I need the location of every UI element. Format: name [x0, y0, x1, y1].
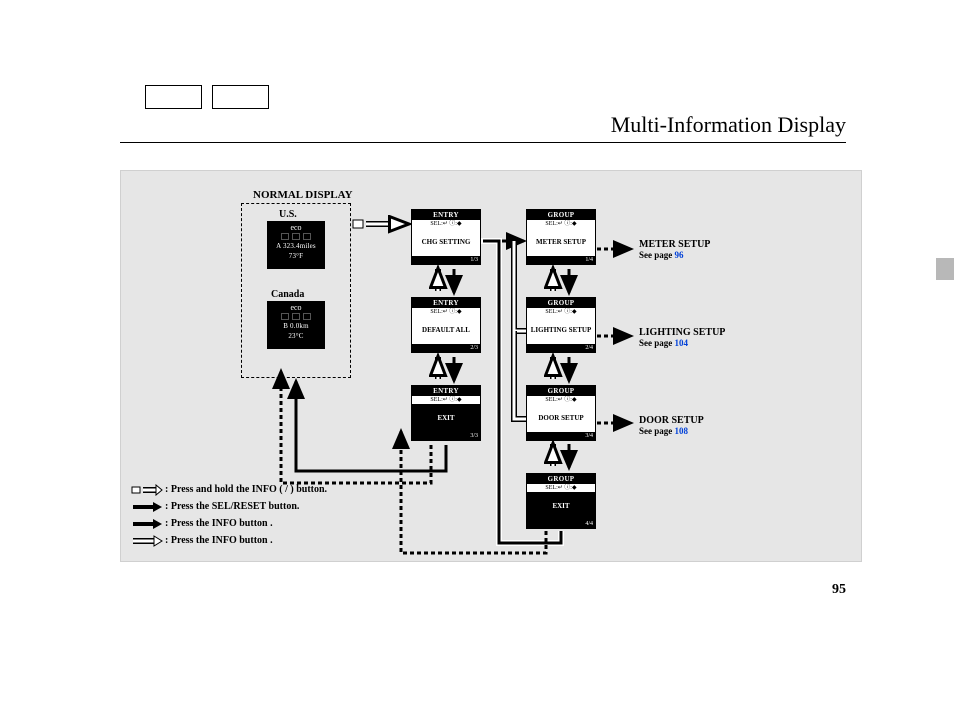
page-link-96[interactable]: 96 [675, 250, 684, 260]
page-link-108[interactable]: 108 [675, 426, 689, 436]
screen-entry-1: ENTRY SEL:↵ ⓘ:◆ CHG SETTING 1/3 [411, 209, 481, 265]
legend-row-info-down: : Press the INFO button . [131, 515, 327, 532]
annotation-lighting: LIGHTING SETUP See page 104 [639, 327, 725, 349]
page-link-104[interactable]: 104 [675, 338, 689, 348]
screen-entry-2: ENTRY SEL:↵ ⓘ:◆ DEFAULT ALL 2/3 [411, 297, 481, 353]
temp-value: 23°C [267, 332, 325, 340]
trip-value: A 323.4miles [267, 242, 325, 250]
page: Multi-Information Display Instruments an… [0, 0, 954, 710]
eco-label: eco [267, 221, 325, 232]
mini-display-canada: eco B 0.0km 23°C [267, 301, 325, 349]
legend: : Press and hold the INFO ( / ) button. … [131, 481, 327, 549]
top-tabs [145, 85, 269, 109]
temp-value: 73°F [267, 252, 325, 260]
legend-solid-arrow-icon [131, 518, 165, 530]
annotation-meter: METER SETUP See page 96 [639, 239, 710, 261]
normal-display-title: NORMAL DISPLAY [253, 189, 353, 201]
annotation-door: DOOR SETUP See page 108 [639, 415, 704, 437]
gauge-icon [267, 313, 325, 320]
trip-value: B 0.0km [267, 322, 325, 330]
diagram-figure: NORMAL DISPLAY U.S. eco A 323.4miles 73°… [120, 170, 862, 562]
title-rule [120, 142, 846, 143]
screen-entry-3: ENTRY SEL:↵ ⓘ:◆ EXIT 3/3 [411, 385, 481, 441]
page-number: 95 [832, 582, 846, 598]
legend-row-hold: : Press and hold the INFO ( / ) button. [131, 481, 327, 498]
eco-label: eco [267, 301, 325, 312]
screen-group-2: GROUP SEL:↵ ⓘ:◆ LIGHTING SETUP 2/4 [526, 297, 596, 353]
legend-row-sel: : Press the SEL/RESET button. [131, 498, 327, 515]
side-tab [936, 258, 954, 280]
legend-outline-arrow-icon [131, 535, 165, 547]
mini-display-us: eco A 323.4miles 73°F [267, 221, 325, 269]
tab-blank-1 [145, 85, 202, 109]
screen-group-1: GROUP SEL:↵ ⓘ:◆ METER SETUP 1/4 [526, 209, 596, 265]
legend-hollow-arrow-icon [131, 484, 165, 496]
canada-label: Canada [271, 289, 304, 300]
page-title: Multi-Information Display [611, 112, 846, 138]
gauge-icon [267, 233, 325, 240]
screen-group-4: GROUP SEL:↵ ⓘ:◆ EXIT 4/4 [526, 473, 596, 529]
us-label: U.S. [279, 209, 297, 220]
screen-group-3: GROUP SEL:↵ ⓘ:◆ DOOR SETUP 3/4 [526, 385, 596, 441]
legend-row-info-up: : Press the INFO button . [131, 532, 327, 549]
legend-solid-arrow-icon [131, 501, 165, 513]
tab-blank-2 [212, 85, 269, 109]
